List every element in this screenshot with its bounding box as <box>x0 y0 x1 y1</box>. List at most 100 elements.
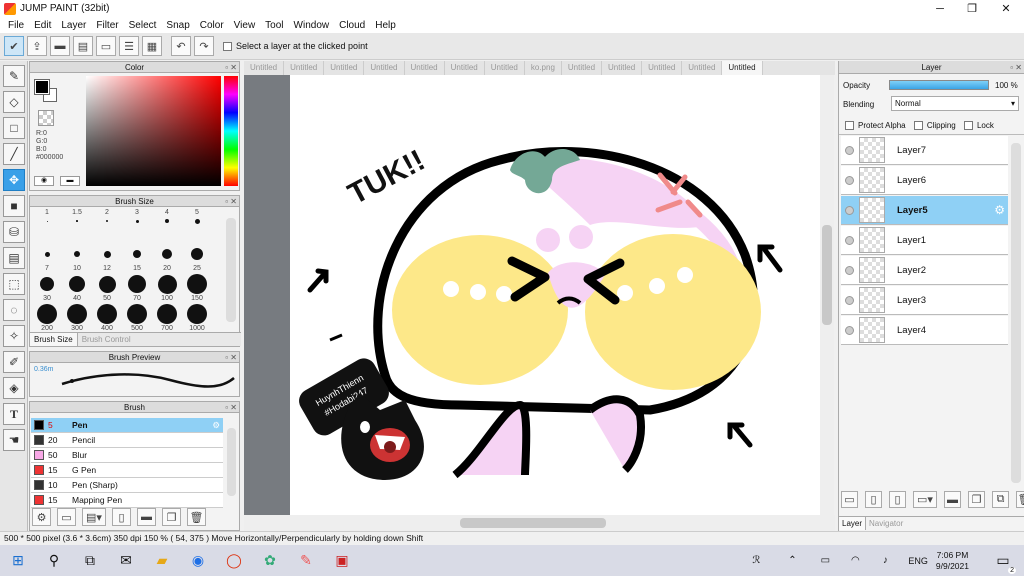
tab-document[interactable]: Untitled <box>284 61 325 75</box>
wifi-icon[interactable]: ◠ <box>842 548 868 574</box>
new-layer-1bit-icon[interactable]: ▯ <box>889 491 906 508</box>
brush-size-option[interactable]: 5 <box>182 209 212 243</box>
new-brush-icon[interactable]: ▭ <box>57 508 76 526</box>
merge-layer-icon[interactable]: ⧉ <box>992 491 1009 508</box>
windows-start-icon[interactable]: ⊞ <box>5 548 31 574</box>
foreground-color-swatch[interactable] <box>34 79 50 95</box>
brush-settings-icon[interactable]: ⚙ <box>32 508 51 526</box>
saturation-value-picker[interactable] <box>86 76 221 186</box>
brush-item[interactable]: 20 Pencil <box>31 433 223 448</box>
opera-icon[interactable]: ◯ <box>221 548 247 574</box>
menu-layer[interactable]: Layer <box>61 20 86 31</box>
volume-icon[interactable]: ♪ <box>872 548 898 574</box>
vertical-scroll-thumb[interactable] <box>822 225 832 325</box>
brush-size-option[interactable]: 1 <box>32 209 62 243</box>
magic-wand-tool-icon[interactable]: ✧ <box>3 325 25 347</box>
horizontal-scroll-thumb[interactable] <box>460 518 606 528</box>
tab-document[interactable]: Untitled <box>364 61 405 75</box>
file-explorer-icon[interactable]: ▰ <box>149 548 175 574</box>
hue-slider[interactable] <box>224 76 238 186</box>
layer-row[interactable]: Layer7 <box>841 136 1008 165</box>
visibility-icon[interactable] <box>845 175 854 185</box>
jump-paint-icon[interactable]: ▣ <box>329 548 355 574</box>
redo-icon[interactable]: ↷ <box>194 36 214 56</box>
panel-controls-icon[interactable]: ▫ ✕ <box>225 402 237 413</box>
brush-delete-icon[interactable]: 🗑 <box>187 508 206 526</box>
brush-folder-icon[interactable]: ▬ <box>137 508 156 526</box>
brush-file-icon[interactable]: ▯ <box>112 508 131 526</box>
menu-tool[interactable]: Tool <box>265 20 283 31</box>
brush-size-option[interactable]: 30 <box>32 269 62 303</box>
brush-type-dropdown-icon[interactable]: ▤▾ <box>82 508 106 526</box>
layer-row[interactable]: Layer5 ⚙ <box>841 196 1008 225</box>
clipping-checkbox[interactable] <box>913 121 923 131</box>
brush-list-scrollbar[interactable] <box>227 428 236 496</box>
menu-help[interactable]: Help <box>375 20 396 31</box>
new-layer-8bit-icon[interactable]: ▯ <box>865 491 882 508</box>
doc-list-icon[interactable]: ☰ <box>119 36 139 56</box>
visibility-icon[interactable] <box>845 295 854 305</box>
opacity-slider[interactable] <box>889 80 989 90</box>
hand-tool-icon[interactable]: ☚ <box>3 429 25 451</box>
search-icon[interactable]: ⚲ <box>41 548 67 574</box>
brush-item[interactable]: 10 Pen (Sharp) <box>31 478 223 493</box>
brush-size-option[interactable]: 500 <box>122 299 152 333</box>
brush-size-option[interactable]: 4 <box>152 209 182 243</box>
menu-filter[interactable]: Filter <box>96 20 118 31</box>
menu-window[interactable]: Window <box>294 20 330 31</box>
menu-select[interactable]: Select <box>129 20 157 31</box>
brush-app-icon[interactable]: ✎ <box>293 548 319 574</box>
minimize-button[interactable]: ─ <box>924 0 956 17</box>
brush-size-option[interactable]: 3 <box>122 209 152 243</box>
panel-controls-icon[interactable]: ▫ ✕ <box>225 352 237 363</box>
layer-row[interactable]: Layer6 <box>841 166 1008 195</box>
canvas[interactable]: TUK!! HuynhThienn #Hodabi247 <box>290 75 820 515</box>
comment-icon[interactable]: ▤ <box>73 36 93 56</box>
page-icon[interactable]: ▭ <box>96 36 116 56</box>
task-view-icon[interactable]: ⧉ <box>77 548 103 574</box>
tab-document[interactable]: Untitled <box>682 61 723 75</box>
brush-size-option[interactable]: 12 <box>92 239 122 273</box>
gear-icon[interactable]: ⚙ <box>994 203 1005 217</box>
select-eraser-tool-icon[interactable]: ◈ <box>3 377 25 399</box>
brush-size-option[interactable]: 150 <box>182 269 212 303</box>
tab-document[interactable]: Untitled <box>602 61 643 75</box>
close-button[interactable]: ✕ <box>990 0 1022 17</box>
tab-document[interactable]: Untitled <box>445 61 485 75</box>
language-indicator[interactable]: ENG <box>908 556 928 566</box>
protect-alpha-checkbox[interactable] <box>845 121 854 131</box>
menu-view[interactable]: View <box>234 20 256 31</box>
gradient-tool-icon[interactable]: ▤ <box>3 247 25 269</box>
mail-icon[interactable]: ✉ <box>113 548 139 574</box>
brush-size-option[interactable]: 20 <box>152 239 182 273</box>
brush-size-option[interactable]: 25 <box>182 239 212 273</box>
battery-icon[interactable]: ▭ <box>812 548 838 574</box>
panel-controls-icon[interactable]: ▫ ✕ <box>225 62 237 73</box>
tab-document[interactable]: Untitled <box>642 61 683 75</box>
menu-snap[interactable]: Snap <box>166 20 189 31</box>
tab-document[interactable]: Untitled <box>244 61 285 75</box>
visibility-icon[interactable] <box>845 265 854 275</box>
color-wheel-button[interactable]: ◉ <box>34 176 54 186</box>
transparent-swatch[interactable] <box>38 110 54 126</box>
menu-edit[interactable]: Edit <box>34 20 51 31</box>
brush-size-option[interactable]: 40 <box>62 269 92 303</box>
layer-row[interactable]: Layer3 <box>841 286 1008 315</box>
tab-document[interactable]: Untitled <box>405 61 445 75</box>
line-tool-icon[interactable]: ╱ <box>3 143 25 165</box>
brush-size-option[interactable]: 10 <box>62 239 92 273</box>
visibility-icon[interactable] <box>845 235 854 245</box>
move-tool-icon[interactable]: ✥ <box>3 169 25 191</box>
layer-options-dropdown-icon[interactable]: ▭▾ <box>913 491 937 508</box>
select-rect-tool-icon[interactable]: □ <box>3 117 25 139</box>
brush-item[interactable]: 15 G Pen <box>31 463 223 478</box>
tab-document[interactable]: ko.png <box>525 61 562 75</box>
tab-document[interactable]: Untitled <box>722 61 763 75</box>
brush-item[interactable]: 15 Mapping Pen <box>31 493 223 508</box>
export-icon[interactable]: ⇪ <box>27 36 47 56</box>
speech-bubble-icon[interactable]: ▬ <box>50 36 70 56</box>
brush-size-option[interactable]: 70 <box>122 269 152 303</box>
system-tray-chevron-icon[interactable]: ⌃ <box>779 548 805 574</box>
visibility-icon[interactable] <box>845 145 854 155</box>
grid-icon[interactable]: ▦ <box>142 36 162 56</box>
